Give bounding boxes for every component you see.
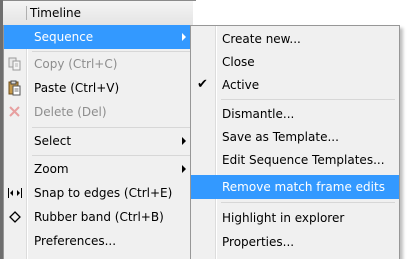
header-divider bbox=[26, 6, 27, 20]
submenu-item-active[interactable]: ✔ Active bbox=[191, 73, 399, 97]
delete-icon bbox=[6, 104, 24, 120]
menu-item-select[interactable]: Select bbox=[4, 129, 192, 153]
sequence-submenu: Create new... Close ✔ Active Dismantle..… bbox=[190, 25, 400, 259]
menu-separator bbox=[32, 127, 190, 128]
paste-icon bbox=[6, 80, 24, 96]
menu-item-label: Delete (Del) bbox=[34, 105, 107, 119]
menu-item-zoom[interactable]: Zoom bbox=[4, 157, 192, 181]
menu-item-delete[interactable]: Delete (Del) bbox=[4, 100, 192, 124]
menu-item-label: Sequence bbox=[34, 30, 94, 44]
snap-icon bbox=[6, 185, 24, 201]
menu-item-paste[interactable]: Paste (Ctrl+V) bbox=[4, 76, 192, 100]
submenu-arrow-icon bbox=[182, 137, 186, 145]
submenu-item-label: Highlight in explorer bbox=[222, 211, 345, 225]
checkmark-icon: ✔ bbox=[197, 77, 208, 92]
submenu-item-label: Create new... bbox=[222, 32, 301, 46]
submenu-item-label: Dismantle... bbox=[222, 107, 295, 121]
menu-item-label: Preferences... bbox=[34, 234, 117, 248]
menu-separator bbox=[32, 155, 190, 156]
copy-icon bbox=[6, 56, 24, 72]
menu-item-label: Rubber band (Ctrl+B) bbox=[34, 210, 164, 224]
submenu-item-label: Save as Template... bbox=[222, 130, 339, 144]
submenu-separator bbox=[221, 202, 395, 203]
menu-item-label: Zoom bbox=[34, 162, 69, 176]
menu-item-copy[interactable]: Copy (Ctrl+C) bbox=[4, 52, 192, 76]
submenu-item-create-new[interactable]: Create new... bbox=[191, 27, 399, 51]
timeline-title: Timeline bbox=[30, 6, 82, 20]
submenu-item-label: Close bbox=[222, 55, 255, 69]
menu-item-label: Paste (Ctrl+V) bbox=[34, 81, 120, 95]
context-menu: Sequence Copy (Ctrl+C) Paste (Ctrl+V) De… bbox=[3, 25, 193, 259]
submenu-separator bbox=[221, 99, 395, 100]
submenu-item-label: Remove match frame edits bbox=[222, 180, 385, 194]
submenu-item-save-as-template[interactable]: Save as Template... bbox=[191, 125, 399, 149]
menu-item-label: Copy (Ctrl+C) bbox=[34, 57, 118, 71]
submenu-item-label: Properties... bbox=[222, 235, 295, 249]
menu-item-sequence[interactable]: Sequence bbox=[4, 25, 192, 49]
submenu-item-label: Active bbox=[222, 78, 260, 92]
submenu-item-close[interactable]: Close bbox=[191, 50, 399, 74]
submenu-item-label: Edit Sequence Templates... bbox=[222, 153, 385, 167]
timeline-header: Timeline bbox=[3, 1, 193, 26]
submenu-item-remove-match-frame-edits[interactable]: Remove match frame edits bbox=[191, 175, 399, 199]
menu-item-label: Snap to edges (Ctrl+E) bbox=[34, 186, 173, 200]
submenu-arrow-icon bbox=[182, 165, 186, 173]
submenu-item-highlight-in-explorer[interactable]: Highlight in explorer bbox=[191, 206, 399, 230]
rubber-band-icon bbox=[6, 209, 24, 225]
submenu-item-dismantle[interactable]: Dismantle... bbox=[191, 102, 399, 126]
menu-item-label: Select bbox=[34, 134, 72, 148]
menu-item-preferences[interactable]: Preferences... bbox=[4, 229, 192, 253]
menu-item-snap-to-edges[interactable]: Snap to edges (Ctrl+E) bbox=[4, 181, 192, 205]
submenu-arrow-icon bbox=[182, 33, 186, 41]
submenu-item-edit-sequence-templates[interactable]: Edit Sequence Templates... bbox=[191, 148, 399, 172]
submenu-item-properties[interactable]: Properties... bbox=[191, 230, 399, 254]
menu-item-rubber-band[interactable]: Rubber band (Ctrl+B) bbox=[4, 205, 192, 229]
